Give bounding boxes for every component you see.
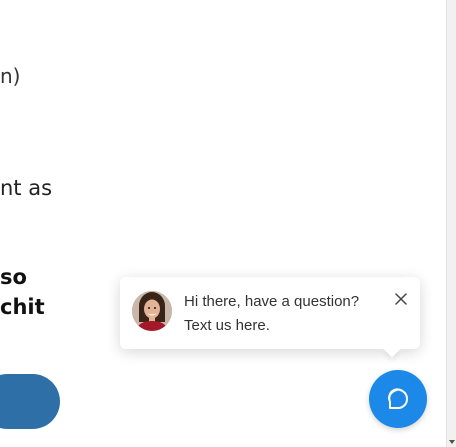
chat-popup[interactable]: Hi there, have a question? Text us here. xyxy=(120,277,420,358)
avatar-image xyxy=(132,291,172,331)
vertical-scrollbar[interactable] xyxy=(446,0,456,447)
page: n) nt as so chit Hi there, have a questi… xyxy=(0,0,456,447)
close-icon[interactable] xyxy=(394,291,408,305)
chat-launcher-button[interactable] xyxy=(369,370,427,428)
cta-button[interactable] xyxy=(0,374,60,429)
avatar xyxy=(132,291,172,331)
chat-message: Hi there, have a question? Text us here. xyxy=(184,290,359,338)
chat-message-line: Hi there, have a question? xyxy=(184,293,360,310)
chat-bubble-icon xyxy=(388,388,408,409)
scroll-down-arrow-icon[interactable] xyxy=(449,440,455,444)
chat-message-line: Text us here. xyxy=(184,317,270,334)
body-text-line: nt as xyxy=(0,176,53,200)
bold-text-line: so xyxy=(0,265,27,289)
bold-text-line: chit xyxy=(0,295,45,319)
body-text-line: n) xyxy=(0,64,21,88)
